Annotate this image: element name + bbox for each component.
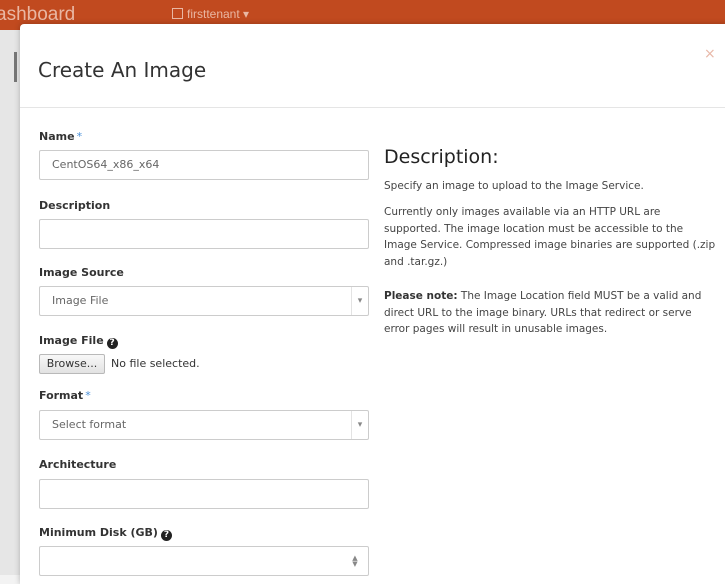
background-bar [14, 52, 17, 82]
minimum-disk-input[interactable]: ▲ ▼ [39, 546, 369, 576]
browse-button[interactable]: Browse... [39, 354, 105, 374]
image-source-value: Image File [52, 294, 109, 307]
modal-header: Create An Image × [20, 24, 725, 108]
image-source-select[interactable]: Image File ▾ [39, 286, 369, 316]
help-title: Description: [384, 146, 499, 168]
image-source-label: Image Source [39, 266, 124, 279]
image-file-label: Image File? [39, 334, 118, 349]
help-paragraph: Currently only images available via an H… [384, 206, 716, 268]
required-marker: * [76, 130, 83, 143]
project-selector[interactable]: firsttenant ▾ [172, 7, 249, 21]
required-marker: * [85, 389, 91, 402]
format-select[interactable]: Select format ▾ [39, 410, 369, 440]
description-label: Description [39, 199, 111, 212]
help-note: Please note: The Image Location field MU… [384, 288, 718, 338]
create-image-modal: Create An Image × Name * CentOS64_x86_x64… [20, 24, 725, 584]
name-input[interactable]: CentOS64_x86_x64 [39, 150, 369, 180]
help-note-label: Please note: [384, 290, 458, 302]
brand-text[interactable]: ashboard [0, 4, 75, 26]
project-icon [172, 8, 183, 19]
help-icon[interactable]: ? [106, 338, 118, 349]
chevron-down-icon: ▾ [351, 411, 368, 439]
format-label: Format * [39, 389, 91, 402]
minimum-disk-label: Minimum Disk (GB)? [39, 526, 172, 541]
help-paragraph: Specify an image to upload to the Image … [384, 180, 644, 192]
spinner-icon[interactable]: ▲ ▼ [350, 555, 360, 568]
help-icon[interactable]: ? [160, 530, 172, 541]
modal-title: Create An Image [38, 58, 207, 82]
close-icon[interactable]: × [704, 47, 718, 61]
format-value: Select format [52, 418, 127, 431]
architecture-input[interactable] [39, 479, 369, 509]
project-name: firsttenant [187, 7, 240, 21]
file-status: No file selected. [111, 357, 200, 370]
description-input[interactable] [39, 219, 369, 249]
architecture-label: Architecture [39, 458, 117, 471]
name-label: Name * [39, 130, 83, 143]
chevron-down-icon: ▾ [351, 287, 368, 315]
